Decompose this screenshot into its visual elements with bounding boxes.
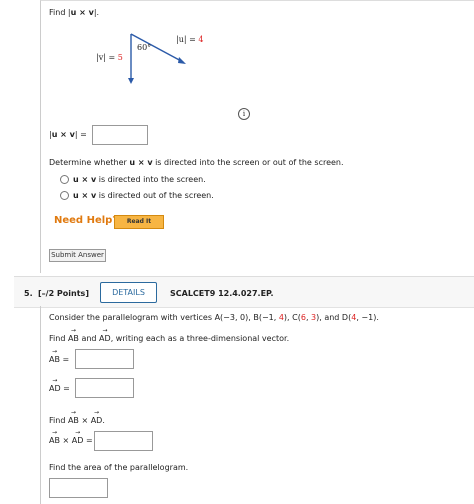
info-icon[interactable]: i xyxy=(238,108,250,120)
q5-intro: Consider the parallelogram with vertices… xyxy=(49,313,379,322)
angle-label: 60° xyxy=(137,43,152,52)
submit-answer-button[interactable]: Submit Answer xyxy=(49,249,106,262)
find-vectors-prompt: Find AB and AD, writing each as a three-… xyxy=(49,327,289,343)
ab-vector-input[interactable] xyxy=(75,349,134,369)
ad-label: AD = xyxy=(49,377,70,393)
ad-vector-input[interactable] xyxy=(75,378,134,398)
cross-label: AB × AD = xyxy=(49,429,93,445)
cross-magnitude-input[interactable] xyxy=(92,125,148,145)
need-help-label: Need Help? xyxy=(54,215,119,226)
vector-v-arrowhead xyxy=(128,78,134,84)
question-number: 5. xyxy=(24,289,33,298)
radio-out-of-screen[interactable] xyxy=(60,191,69,200)
option-into-screen-label: u × v is directed into the screen. xyxy=(73,175,206,184)
find-area-prompt: Find the area of the parallelogram. xyxy=(49,463,189,472)
option-out-screen-label: u × v is directed out of the screen. xyxy=(73,191,214,200)
details-button[interactable]: DETAILS xyxy=(100,282,157,303)
radio-into-screen[interactable] xyxy=(60,175,69,184)
read-it-button[interactable]: Read It xyxy=(114,215,164,229)
q4-answer-label: |u × v| = xyxy=(49,130,87,139)
u-magnitude-label: |u| = 4 xyxy=(176,35,204,44)
v-magnitude-label: |v| = 5 xyxy=(96,53,123,62)
area-input[interactable] xyxy=(49,478,108,498)
ab-label: AB = xyxy=(49,348,69,364)
find-cross-prompt: Find AB × AD. xyxy=(49,409,105,425)
vector-u-arrowhead xyxy=(178,57,186,64)
cross-product-input[interactable] xyxy=(94,431,153,451)
points-label: [–/2 Points] xyxy=(38,289,89,298)
problem-code: SCALCET9 12.4.027.EP. xyxy=(170,289,274,298)
direction-prompt: Determine whether u × v is directed into… xyxy=(49,158,344,167)
q4-prompt: Find |u × v|. xyxy=(49,8,100,17)
